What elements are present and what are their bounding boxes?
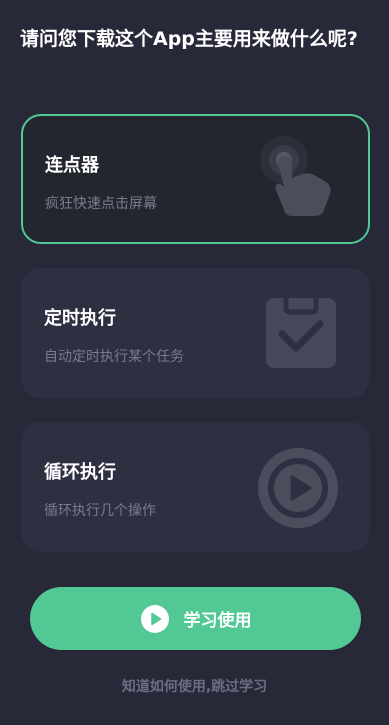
- play-circle-icon: [258, 448, 338, 528]
- learn-to-use-label: 学习使用: [183, 611, 252, 631]
- option-card-loop[interactable]: 循环执行 循环执行几个操作: [21, 422, 370, 552]
- learn-to-use-button[interactable]: 学习使用: [30, 587, 361, 650]
- clipboard-check-icon: [266, 298, 336, 368]
- option-description: 自动定时执行某个任务: [44, 349, 184, 365]
- option-card-scheduled[interactable]: 定时执行 自动定时执行某个任务: [21, 268, 370, 398]
- onboarding-screen: 请问您下载这个App主要用来做什么呢? 连点器 疯狂快速点击屏幕 定时执行 自动…: [0, 0, 389, 725]
- option-title: 连点器: [45, 155, 99, 176]
- option-description: 疯狂快速点击屏幕: [45, 196, 157, 212]
- play-icon: [140, 604, 169, 633]
- option-title: 循环执行: [44, 462, 116, 483]
- option-description: 循环执行几个操作: [44, 503, 156, 519]
- page-title: 请问您下载这个App主要用来做什么呢?: [20, 28, 358, 50]
- skip-learning-link[interactable]: 知道如何使用,跳过学习: [0, 676, 389, 696]
- option-title: 定时执行: [44, 308, 116, 329]
- option-card-auto-clicker[interactable]: 连点器 疯狂快速点击屏幕: [21, 114, 370, 244]
- tap-hand-icon: [260, 136, 331, 216]
